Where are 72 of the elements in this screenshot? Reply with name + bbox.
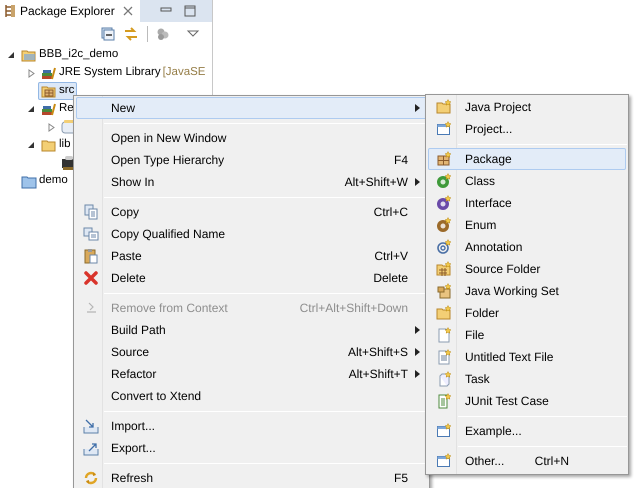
- menu-item[interactable]: Show In Alt+Shift+W: [76, 171, 427, 193]
- tree-item[interactable]: Re: [38, 100, 77, 118]
- menu-item[interactable]: Task: [428, 368, 626, 390]
- menu-item[interactable]: Other... Ctrl+N: [428, 450, 626, 472]
- menu-item[interactable]: Source Folder: [428, 258, 626, 280]
- menu-item[interactable]: Annotation: [428, 236, 626, 258]
- annotation-icon: [436, 239, 452, 255]
- filter-icon[interactable]: [156, 27, 170, 41]
- import-icon: [83, 418, 99, 434]
- clipboard-icon: [83, 248, 99, 264]
- menu-item[interactable]: Paste Ctrl+V: [76, 245, 427, 267]
- menu-item[interactable]: New: [76, 97, 427, 119]
- menu-item[interactable]: Export...: [76, 437, 427, 459]
- menu-item[interactable]: Package: [428, 148, 626, 170]
- maximize-icon[interactable]: [184, 5, 196, 17]
- collapse-all-icon[interactable]: [101, 27, 115, 41]
- working-set-icon: [436, 283, 452, 299]
- test-file-icon: [436, 393, 452, 409]
- folder-icon: [436, 99, 452, 115]
- menu-item[interactable]: Example...: [428, 420, 626, 442]
- expanded-arrow-icon[interactable]: [7, 51, 15, 59]
- menu-item[interactable]: Build Path: [76, 319, 427, 341]
- menu-item[interactable]: Refactor Alt+Shift+T: [76, 363, 427, 385]
- menu-item[interactable]: Import...: [76, 415, 427, 437]
- class-icon: [436, 173, 452, 189]
- tree-item[interactable]: BBB_i2c_demo: [18, 46, 122, 64]
- enum-icon: [436, 217, 452, 233]
- copy-icon: [83, 226, 99, 242]
- window-icon: [436, 121, 452, 137]
- menu-item[interactable]: Open Type Hierarchy F4: [76, 149, 427, 171]
- menu-item[interactable]: Class: [428, 170, 626, 192]
- tree-item[interactable]: demo: [18, 172, 71, 190]
- package-icon: [436, 151, 452, 167]
- menu-item[interactable]: Copy Qualified Name: [76, 223, 427, 245]
- expanded-arrow-icon[interactable]: [27, 141, 35, 149]
- tree-item[interactable]: JRE System Library [JavaSE: [38, 64, 208, 82]
- expanded-arrow-icon[interactable]: [27, 105, 35, 113]
- menu-item[interactable]: File: [428, 324, 626, 346]
- menu-item[interactable]: Source Alt+Shift+S: [76, 341, 427, 363]
- window-icon: [436, 453, 452, 469]
- menu-item[interactable]: Enum: [428, 214, 626, 236]
- menu-item[interactable]: Untitled Text File: [428, 346, 626, 368]
- menu-item[interactable]: Open in New Window: [76, 127, 427, 149]
- text-file-icon: [436, 349, 452, 365]
- menu-item[interactable]: Folder: [428, 302, 626, 324]
- menu-item[interactable]: Interface: [428, 192, 626, 214]
- collapsed-arrow-icon[interactable]: [48, 122, 54, 132]
- books-icon: [41, 65, 57, 81]
- collapsed-arrow-icon[interactable]: [28, 68, 34, 78]
- tab-title[interactable]: Package Explorer: [20, 2, 115, 20]
- menu-item[interactable]: JUnit Test Case: [428, 390, 626, 412]
- menu-item[interactable]: Refresh F5: [76, 467, 427, 488]
- menu-item[interactable]: Copy Ctrl+C: [76, 201, 427, 223]
- close-icon[interactable]: [122, 6, 133, 16]
- folder-icon: [436, 305, 452, 321]
- package-explorer-icon: [4, 4, 16, 18]
- menu-item[interactable]: Project...: [428, 118, 626, 140]
- file-icon: [436, 327, 452, 343]
- delete-icon: [83, 270, 99, 286]
- tree-item[interactable]: src: [38, 82, 78, 100]
- window-icon: [436, 423, 452, 439]
- source-folder-icon: [436, 261, 452, 277]
- menu-item[interactable]: Java Working Set: [428, 280, 626, 302]
- menu-item[interactable]: Delete Delete: [76, 267, 427, 289]
- interface-icon: [436, 195, 452, 211]
- tree-item[interactable]: lib: [38, 136, 74, 154]
- refresh-icon: [83, 470, 99, 486]
- menu-item[interactable]: Convert to Xtend: [76, 385, 427, 407]
- menu-item[interactable]: Java Project: [428, 96, 626, 118]
- copy-icon: [83, 204, 99, 220]
- view-menu-icon[interactable]: [186, 29, 200, 39]
- books-icon: [41, 101, 57, 117]
